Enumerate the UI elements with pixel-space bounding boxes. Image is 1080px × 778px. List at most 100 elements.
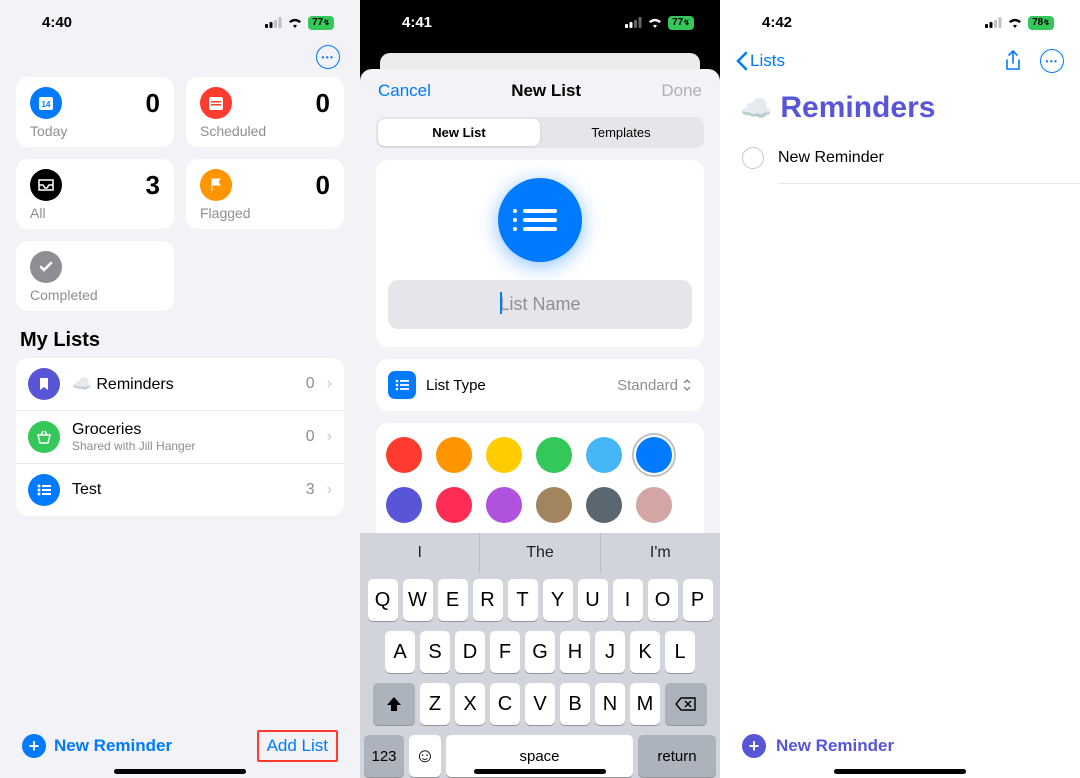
done-button[interactable]: Done — [661, 81, 702, 101]
list-name: Groceries — [72, 421, 294, 439]
color-swatch[interactable] — [486, 487, 522, 523]
cellular-icon — [985, 17, 1002, 28]
list-item-groceries[interactable]: GroceriesShared with Jill Hanger 0 › — [16, 411, 344, 464]
footer: + New Reminder Add List — [0, 730, 360, 762]
color-picker — [376, 423, 704, 533]
color-swatch[interactable] — [586, 487, 622, 523]
cancel-button[interactable]: Cancel — [378, 81, 431, 101]
card-flagged[interactable]: 0 Flagged — [186, 159, 344, 229]
list-name-input[interactable]: List Name — [388, 280, 692, 329]
more-button[interactable] — [316, 45, 340, 69]
color-swatch[interactable] — [386, 487, 422, 523]
color-swatch[interactable] — [636, 437, 672, 473]
status-bar: 4:41 77↯ — [360, 0, 720, 39]
back-button[interactable]: Lists — [736, 51, 785, 71]
key-d[interactable]: D — [455, 631, 485, 673]
card-completed[interactable]: Completed — [16, 241, 174, 311]
segment-new-list[interactable]: New List — [378, 119, 540, 146]
color-swatch[interactable] — [586, 437, 622, 473]
text-cursor — [500, 292, 502, 314]
suggestion[interactable]: I — [360, 533, 480, 573]
numbers-key[interactable]: 123 — [364, 735, 404, 777]
key-m[interactable]: M — [630, 683, 660, 725]
home-indicator[interactable] — [834, 769, 966, 774]
suggestion[interactable]: I'm — [601, 533, 720, 573]
color-swatch[interactable] — [436, 487, 472, 523]
key-r[interactable]: R — [473, 579, 503, 621]
list-name: ☁️ Reminders — [72, 374, 294, 394]
card-scheduled[interactable]: 0 Scheduled — [186, 77, 344, 147]
list-item-reminders[interactable]: ☁️ Reminders 0 › — [16, 358, 344, 411]
list-subtitle: Shared with Jill Hanger — [72, 439, 294, 453]
new-reminder-button[interactable]: + New Reminder — [720, 734, 916, 758]
key-t[interactable]: T — [508, 579, 538, 621]
more-button[interactable] — [1040, 49, 1064, 73]
wifi-icon — [287, 17, 303, 29]
key-e[interactable]: E — [438, 579, 468, 621]
key-f[interactable]: F — [490, 631, 520, 673]
return-key[interactable]: return — [638, 735, 716, 777]
key-j[interactable]: J — [595, 631, 625, 673]
list-type-value: Standard — [617, 377, 692, 394]
status-indicators: 77↯ — [265, 16, 334, 30]
key-k[interactable]: K — [630, 631, 660, 673]
new-reminder-row[interactable]: New Reminder — [720, 139, 1080, 177]
keyboard-suggestions: ITheI'm — [360, 533, 720, 573]
new-reminder-button[interactable]: + New Reminder — [22, 734, 172, 758]
key-c[interactable]: C — [490, 683, 520, 725]
key-l[interactable]: L — [665, 631, 695, 673]
add-list-button[interactable]: Add List — [257, 730, 338, 762]
list-preview-icon[interactable] — [498, 178, 582, 262]
label: Completed — [30, 287, 160, 303]
list-name: Test — [72, 481, 294, 499]
segment-templates[interactable]: Templates — [540, 119, 702, 146]
key-w[interactable]: W — [403, 579, 433, 621]
home-indicator[interactable] — [114, 769, 246, 774]
status-indicators: 77↯ — [625, 16, 694, 30]
color-swatch[interactable] — [436, 437, 472, 473]
battery-indicator: 78↯ — [1028, 16, 1054, 30]
basket-icon — [28, 421, 60, 453]
key-n[interactable]: N — [595, 683, 625, 725]
list-count: 0 — [306, 428, 315, 446]
status-time: 4:42 — [762, 14, 792, 31]
key-g[interactable]: G — [525, 631, 555, 673]
key-y[interactable]: Y — [543, 579, 573, 621]
plus-icon: + — [742, 734, 766, 758]
color-swatch[interactable] — [386, 437, 422, 473]
key-q[interactable]: Q — [368, 579, 398, 621]
reminder-text-input[interactable]: New Reminder — [778, 149, 884, 167]
color-swatch[interactable] — [536, 437, 572, 473]
key-s[interactable]: S — [420, 631, 450, 673]
key-x[interactable]: X — [455, 683, 485, 725]
backspace-key[interactable] — [665, 683, 707, 725]
screen-reminders-home: 4:40 77↯ 14 0 Today 0 Scheduled — [0, 0, 360, 778]
emoji-key[interactable]: ☺ — [409, 735, 441, 777]
share-button[interactable] — [1004, 50, 1022, 72]
screen-new-list: 4:41 77↯ Cancel New List Done New List T… — [360, 0, 720, 778]
list-title: ☁️ Reminders — [720, 83, 1080, 139]
key-p[interactable]: P — [683, 579, 713, 621]
card-all[interactable]: 3 All — [16, 159, 174, 229]
list-type-row[interactable]: List Type Standard — [376, 359, 704, 411]
color-swatch[interactable] — [636, 487, 672, 523]
key-v[interactable]: V — [525, 683, 555, 725]
key-u[interactable]: U — [578, 579, 608, 621]
key-o[interactable]: O — [648, 579, 678, 621]
key-h[interactable]: H — [560, 631, 590, 673]
key-b[interactable]: B — [560, 683, 590, 725]
completion-circle[interactable] — [742, 147, 764, 169]
list-item-test[interactable]: Test 3 › — [16, 464, 344, 516]
segment-control[interactable]: New List Templates — [376, 117, 704, 148]
home-indicator[interactable] — [474, 769, 606, 774]
card-today[interactable]: 14 0 Today — [16, 77, 174, 147]
count: 3 — [146, 170, 160, 201]
key-i[interactable]: I — [613, 579, 643, 621]
suggestion[interactable]: The — [480, 533, 600, 573]
cellular-icon — [625, 17, 642, 28]
key-a[interactable]: A — [385, 631, 415, 673]
key-z[interactable]: Z — [420, 683, 450, 725]
shift-key[interactable] — [373, 683, 415, 725]
color-swatch[interactable] — [486, 437, 522, 473]
color-swatch[interactable] — [536, 487, 572, 523]
